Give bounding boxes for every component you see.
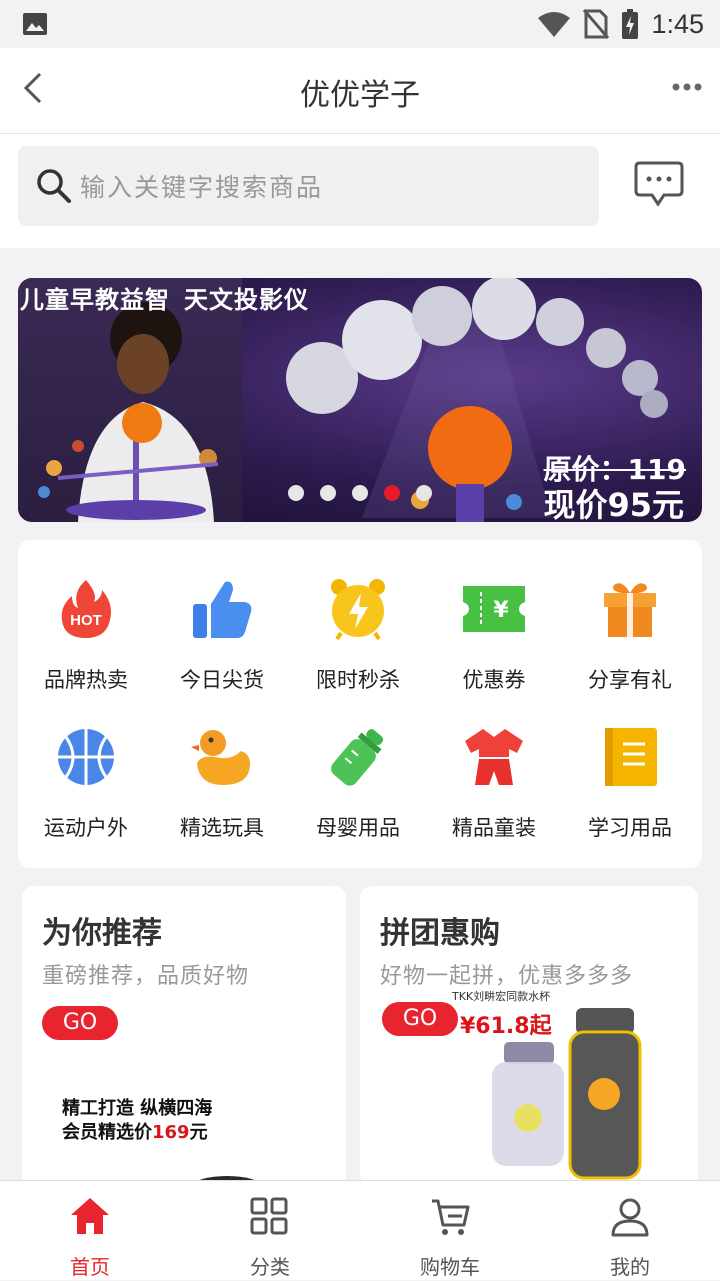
bottom-navigation: 首页 分类 购物车 我的: [0, 1180, 720, 1280]
category-label: 分享有礼: [588, 668, 672, 692]
notebook-icon: [605, 728, 657, 786]
baby-bottle-icon: [331, 729, 384, 786]
promo-text: 精工打造 纵横四海: [62, 1098, 213, 1119]
category-label: 今日尖货: [180, 668, 264, 692]
clock-time: 1:45: [651, 8, 704, 39]
category-kids-clothes[interactable]: 精品童装: [426, 724, 562, 852]
search-area: 输入关键字搜索商品: [0, 134, 720, 248]
banner-current-price: 现价95元: [543, 486, 684, 522]
promo-price: 169: [152, 1122, 190, 1143]
category-label: 品牌热卖: [44, 668, 128, 692]
category-label: 优惠券: [462, 668, 526, 692]
message-icon[interactable]: [634, 160, 684, 208]
category-today-picks[interactable]: 今日尖货: [154, 576, 290, 704]
svg-text:¥: ¥: [493, 598, 509, 623]
promo-price-text: 会员精选价169元: [62, 1118, 208, 1144]
card-subtitle: 重磅推荐，品质好物: [42, 964, 250, 989]
nav-home[interactable]: 首页: [0, 1181, 180, 1281]
home-icon: [71, 1198, 109, 1234]
carousel-dot[interactable]: [352, 485, 368, 501]
user-icon: [611, 1198, 649, 1237]
category-label: 精选玩具: [180, 816, 264, 840]
banner-headline-left: 儿童早教益智: [20, 286, 170, 314]
thumbs-up-icon: [193, 581, 252, 638]
more-options-icon[interactable]: [672, 82, 702, 92]
duck-icon: [191, 730, 250, 785]
svg-text:HOT: HOT: [70, 612, 102, 629]
status-bar: 1:45: [0, 0, 720, 48]
search-icon: [37, 169, 71, 203]
category-label: 精品童装: [452, 816, 536, 840]
battery-charging-icon: [622, 9, 639, 39]
nav-label: 首页: [70, 1255, 110, 1279]
category-label: 运动户外: [44, 816, 128, 840]
search-input[interactable]: 输入关键字搜索商品: [18, 146, 599, 226]
carousel-indicator[interactable]: [288, 485, 432, 501]
nav-label: 购物车: [420, 1255, 480, 1279]
recommend-go-button[interactable]: GO: [42, 1006, 118, 1040]
category-mother-baby[interactable]: 母婴用品: [290, 724, 426, 852]
search-placeholder: 输入关键字搜索商品: [80, 173, 324, 202]
title-bar: 优优学子: [0, 48, 720, 134]
no-sim-icon: [583, 9, 610, 39]
promo-banner[interactable]: 儿童早教益智 天文投影仪 原价：119 现价95元: [18, 278, 702, 522]
nav-category[interactable]: 分类: [180, 1181, 360, 1281]
category-share-gift[interactable]: 分享有礼: [562, 576, 698, 704]
recommend-card[interactable]: 为你推荐 重磅推荐，品质好物 GO 精工打造 纵横四海 会员精选价169元: [22, 886, 346, 1186]
nav-label: 我的: [610, 1255, 650, 1279]
category-label: 母婴用品: [316, 816, 400, 840]
page-title: 优优学子: [300, 78, 420, 113]
category-panel: HOT 品牌热卖 今日尖货 限时秒杀 ¥ 优惠券 分享有礼 运动户外 精选玩具 …: [18, 540, 702, 868]
card-title: 拼团惠购: [380, 916, 500, 951]
carousel-dot-active[interactable]: [384, 485, 400, 501]
card-subtitle: 好物一起拼，优惠多多多: [380, 964, 634, 989]
group-buy-go-button[interactable]: GO: [382, 1002, 458, 1036]
carousel-dot[interactable]: [416, 485, 432, 501]
category-toys[interactable]: 精选玩具: [154, 724, 290, 852]
image-notification-icon: [23, 13, 47, 35]
grid-icon: [250, 1197, 288, 1235]
group-buy-card[interactable]: 拼团惠购 好物一起拼，优惠多多多 GO TKK刘畊宏同款水杯 ¥61.8起: [360, 886, 698, 1186]
carousel-dot[interactable]: [288, 485, 304, 501]
basketball-icon: [58, 729, 114, 785]
coupon-icon: ¥: [463, 586, 525, 632]
water-bottles-image: [492, 1008, 642, 1180]
category-brand-hot[interactable]: HOT 品牌热卖: [18, 576, 154, 704]
category-coupon[interactable]: ¥ 优惠券: [426, 576, 562, 704]
nav-cart[interactable]: 购物车: [360, 1181, 540, 1281]
promo-unit: 元: [189, 1122, 208, 1143]
nav-label: 分类: [250, 1255, 290, 1279]
nav-mine[interactable]: 我的: [540, 1181, 720, 1281]
banner-headline-right: 天文投影仪: [184, 286, 309, 314]
category-label: 限时秒杀: [316, 668, 400, 692]
carousel-dot[interactable]: [320, 485, 336, 501]
cart-icon: [432, 1199, 470, 1235]
category-school-supplies[interactable]: 学习用品: [562, 724, 698, 852]
alarm-clock-icon: [331, 579, 385, 641]
kids-clothes-icon: [465, 729, 523, 785]
gift-icon: [604, 583, 656, 637]
category-flash-sale[interactable]: 限时秒杀: [290, 576, 426, 704]
hot-icon: HOT: [61, 580, 111, 638]
card-title: 为你推荐: [42, 916, 162, 951]
promo-prefix: 会员精选价: [62, 1122, 152, 1143]
wifi-icon: [538, 12, 571, 37]
category-label: 学习用品: [588, 816, 672, 840]
category-sports-outdoor[interactable]: 运动户外: [18, 724, 154, 852]
